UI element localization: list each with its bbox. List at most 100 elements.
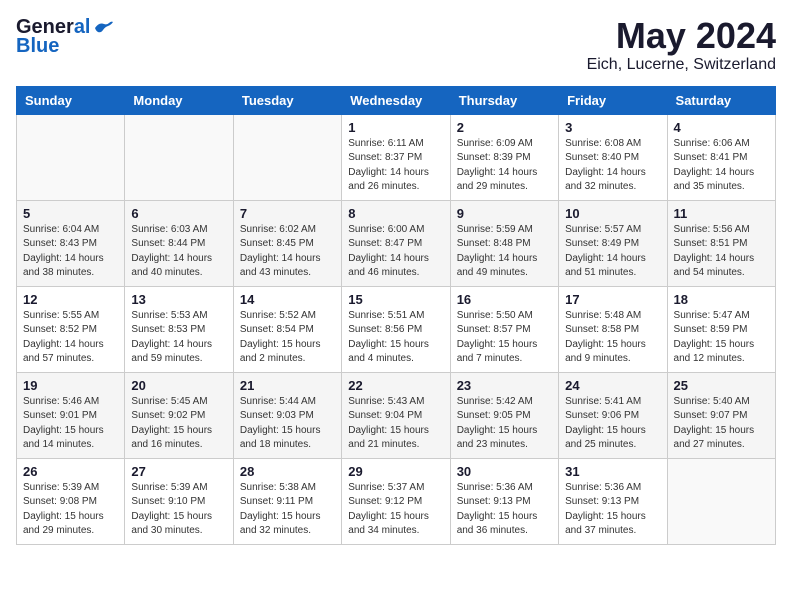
header-sunday: Sunday — [17, 86, 125, 114]
table-row: 29 Sunrise: 5:37 AM Sunset: 9:12 PM Dayli… — [342, 458, 450, 544]
header-thursday: Thursday — [450, 86, 558, 114]
day-info: Sunrise: 5:38 AM Sunset: 9:11 PM Dayligh… — [240, 481, 335, 539]
calendar-table: Sunday Monday Tuesday Wednesday Thursday… — [16, 86, 776, 545]
table-row: 12 Sunrise: 5:55 AM Sunset: 8:52 PM Dayli… — [17, 286, 125, 372]
day-info: Sunrise: 5:43 AM Sunset: 9:04 PM Dayligh… — [348, 395, 443, 453]
table-row: 31 Sunrise: 5:36 AM Sunset: 9:13 PM Dayli… — [559, 458, 667, 544]
calendar-week-row: 19 Sunrise: 5:46 AM Sunset: 9:01 PM Dayli… — [17, 372, 776, 458]
day-info: Sunrise: 6:00 AM Sunset: 8:47 PM Dayligh… — [348, 223, 443, 281]
day-info: Sunrise: 6:06 AM Sunset: 8:41 PM Dayligh… — [674, 137, 769, 195]
location-title: Eich, Lucerne, Switzerland — [587, 56, 776, 74]
day-info: Sunrise: 5:37 AM Sunset: 9:12 PM Dayligh… — [348, 481, 443, 539]
table-row: 25 Sunrise: 5:40 AM Sunset: 9:07 PM Dayli… — [667, 372, 775, 458]
table-row: 4 Sunrise: 6:06 AM Sunset: 8:41 PM Daylig… — [667, 114, 775, 200]
day-number: 23 — [457, 378, 552, 393]
table-row: 27 Sunrise: 5:39 AM Sunset: 9:10 PM Dayli… — [125, 458, 233, 544]
table-row: 30Sunrise: 5:36 AM Sunset: 9:13 PM Dayli… — [450, 458, 558, 544]
day-info: Sunrise: 6:11 AM Sunset: 8:37 PM Dayligh… — [348, 137, 443, 195]
day-number: 7 — [240, 206, 335, 221]
day-info: Sunrise: 5:52 AM Sunset: 8:54 PM Dayligh… — [240, 309, 335, 367]
header-wednesday: Wednesday — [342, 86, 450, 114]
day-number: 31 — [565, 464, 660, 479]
day-info: Sunrise: 5:45 AM Sunset: 9:02 PM Dayligh… — [131, 395, 226, 453]
header-saturday: Saturday — [667, 86, 775, 114]
table-row: 23 Sunrise: 5:42 AM Sunset: 9:05 PM Dayli… — [450, 372, 558, 458]
day-info: Sunrise: 5:41 AM Sunset: 9:06 PM Dayligh… — [565, 395, 660, 453]
header-tuesday: Tuesday — [233, 86, 341, 114]
day-number: 14 — [240, 292, 335, 307]
logo: General Blue — [16, 16, 115, 58]
day-info: Sunrise: 6:02 AM Sunset: 8:45 PM Dayligh… — [240, 223, 335, 281]
header-monday: Monday — [125, 86, 233, 114]
calendar-week-row: 26 Sunrise: 5:39 AM Sunset: 9:08 PM Dayli… — [17, 458, 776, 544]
calendar-week-row: 12 Sunrise: 5:55 AM Sunset: 8:52 PM Dayli… — [17, 286, 776, 372]
calendar-week-row: 5Sunrise: 6:04 AM Sunset: 8:43 PM Daylig… — [17, 200, 776, 286]
table-row: 26 Sunrise: 5:39 AM Sunset: 9:08 PM Dayli… — [17, 458, 125, 544]
logo-blue-text: Blue — [16, 35, 59, 58]
table-row: 5Sunrise: 6:04 AM Sunset: 8:43 PM Daylig… — [17, 200, 125, 286]
day-number: 8 — [348, 206, 443, 221]
table-row: 8 Sunrise: 6:00 AM Sunset: 8:47 PM Daylig… — [342, 200, 450, 286]
day-number: 26 — [23, 464, 118, 479]
table-row: 19 Sunrise: 5:46 AM Sunset: 9:01 PM Dayli… — [17, 372, 125, 458]
day-number: 27 — [131, 464, 226, 479]
header-friday: Friday — [559, 86, 667, 114]
day-info: Sunrise: 6:03 AM Sunset: 8:44 PM Dayligh… — [131, 223, 226, 281]
table-row: 20 Sunrise: 5:45 AM Sunset: 9:02 PM Dayli… — [125, 372, 233, 458]
day-number: 16 — [457, 292, 552, 307]
day-info: Sunrise: 5:40 AM Sunset: 9:07 PM Dayligh… — [674, 395, 769, 453]
table-row: 1 Sunrise: 6:11 AM Sunset: 8:37 PM Daylig… — [342, 114, 450, 200]
table-row: 24Sunrise: 5:41 AM Sunset: 9:06 PM Dayli… — [559, 372, 667, 458]
day-info: Sunrise: 5:51 AM Sunset: 8:56 PM Dayligh… — [348, 309, 443, 367]
day-number: 21 — [240, 378, 335, 393]
table-row: 13 Sunrise: 5:53 AM Sunset: 8:53 PM Dayli… — [125, 286, 233, 372]
table-row: 9Sunrise: 5:59 AM Sunset: 8:48 PM Daylig… — [450, 200, 558, 286]
day-info: Sunrise: 5:57 AM Sunset: 8:49 PM Dayligh… — [565, 223, 660, 281]
table-row — [233, 114, 341, 200]
day-info: Sunrise: 5:36 AM Sunset: 9:13 PM Dayligh… — [565, 481, 660, 539]
day-info: Sunrise: 5:46 AM Sunset: 9:01 PM Dayligh… — [23, 395, 118, 453]
table-row: 11Sunrise: 5:56 AM Sunset: 8:51 PM Dayli… — [667, 200, 775, 286]
day-number: 4 — [674, 120, 769, 135]
month-title: May 2024 — [587, 16, 776, 56]
table-row: 16 Sunrise: 5:50 AM Sunset: 8:57 PM Dayli… — [450, 286, 558, 372]
calendar-week-row: 1 Sunrise: 6:11 AM Sunset: 8:37 PM Daylig… — [17, 114, 776, 200]
day-info: Sunrise: 5:48 AM Sunset: 8:58 PM Dayligh… — [565, 309, 660, 367]
day-info: Sunrise: 5:55 AM Sunset: 8:52 PM Dayligh… — [23, 309, 118, 367]
day-number: 22 — [348, 378, 443, 393]
table-row — [125, 114, 233, 200]
day-info: Sunrise: 5:39 AM Sunset: 9:10 PM Dayligh… — [131, 481, 226, 539]
day-number: 9 — [457, 206, 552, 221]
logo-bird-icon — [93, 20, 115, 36]
title-block: May 2024 Eich, Lucerne, Switzerland — [587, 16, 776, 74]
day-info: Sunrise: 5:56 AM Sunset: 8:51 PM Dayligh… — [674, 223, 769, 281]
day-number: 2 — [457, 120, 552, 135]
day-number: 29 — [348, 464, 443, 479]
day-number: 28 — [240, 464, 335, 479]
day-number: 5 — [23, 206, 118, 221]
table-row: 10 Sunrise: 5:57 AM Sunset: 8:49 PM Dayli… — [559, 200, 667, 286]
table-row: 3Sunrise: 6:08 AM Sunset: 8:40 PM Daylig… — [559, 114, 667, 200]
day-number: 19 — [23, 378, 118, 393]
day-number: 10 — [565, 206, 660, 221]
day-info: Sunrise: 5:53 AM Sunset: 8:53 PM Dayligh… — [131, 309, 226, 367]
day-number: 12 — [23, 292, 118, 307]
table-row: 28 Sunrise: 5:38 AM Sunset: 9:11 PM Dayli… — [233, 458, 341, 544]
day-number: 15 — [348, 292, 443, 307]
day-number: 17 — [565, 292, 660, 307]
day-info: Sunrise: 5:44 AM Sunset: 9:03 PM Dayligh… — [240, 395, 335, 453]
day-info: Sunrise: 5:42 AM Sunset: 9:05 PM Dayligh… — [457, 395, 552, 453]
day-info: Sunrise: 5:39 AM Sunset: 9:08 PM Dayligh… — [23, 481, 118, 539]
day-number: 13 — [131, 292, 226, 307]
day-number: 25 — [674, 378, 769, 393]
day-number: 20 — [131, 378, 226, 393]
table-row: 2Sunrise: 6:09 AM Sunset: 8:39 PM Daylig… — [450, 114, 558, 200]
page-header: General Blue May 2024 Eich, Lucerne, Swi… — [16, 16, 776, 74]
table-row: 22 Sunrise: 5:43 AM Sunset: 9:04 PM Dayli… — [342, 372, 450, 458]
day-info: Sunrise: 6:08 AM Sunset: 8:40 PM Dayligh… — [565, 137, 660, 195]
table-row — [667, 458, 775, 544]
table-row: 14 Sunrise: 5:52 AM Sunset: 8:54 PM Dayli… — [233, 286, 341, 372]
day-info: Sunrise: 5:50 AM Sunset: 8:57 PM Dayligh… — [457, 309, 552, 367]
day-number: 1 — [348, 120, 443, 135]
day-number: 6 — [131, 206, 226, 221]
